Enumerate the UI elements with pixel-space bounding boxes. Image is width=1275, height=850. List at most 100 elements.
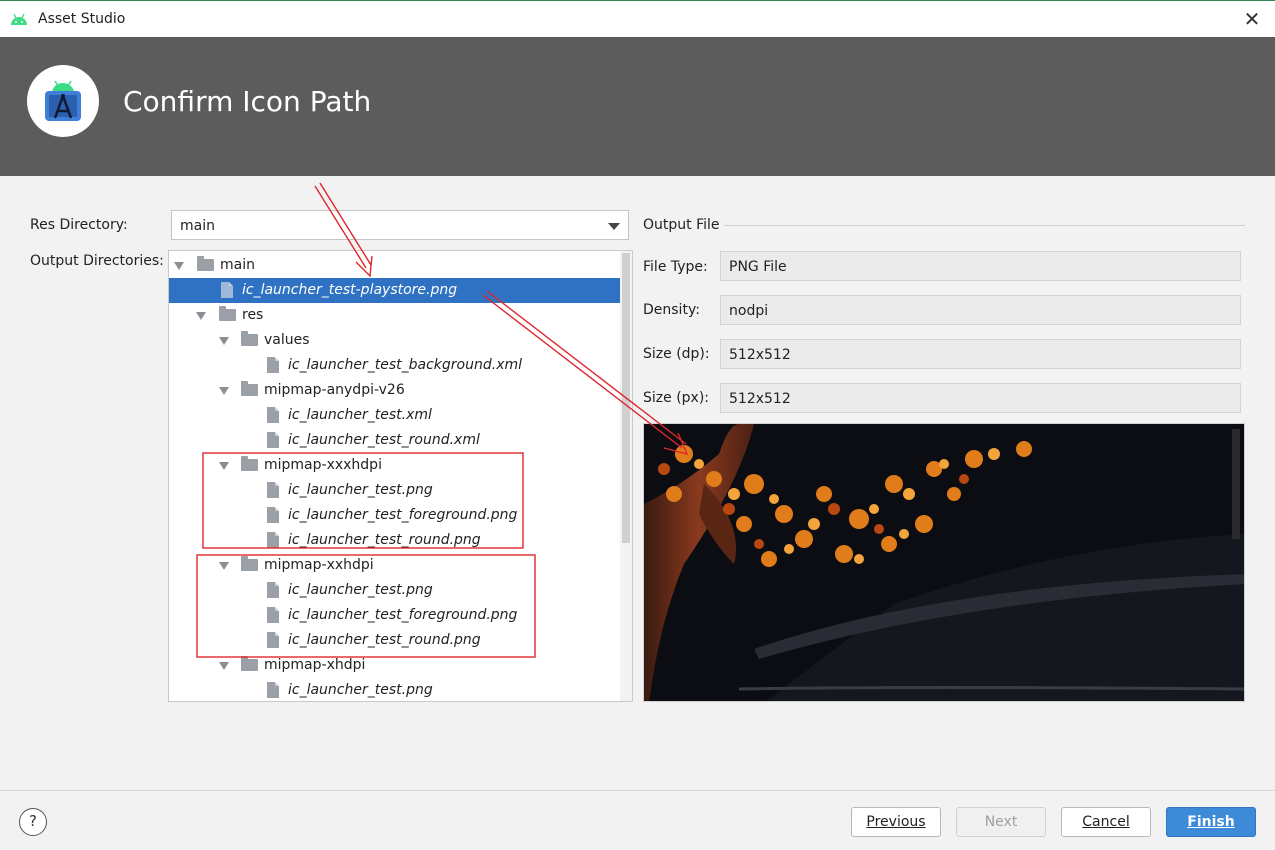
- tree-file-row[interactable]: ic_launcher_test_round.png: [169, 528, 621, 553]
- size-dp-field: 512x512: [720, 339, 1241, 369]
- triangle-down-icon[interactable]: [219, 337, 229, 345]
- triangle-down-icon[interactable]: [219, 562, 229, 570]
- tree-item-label: ic_launcher_test.png: [288, 682, 433, 698]
- folder-icon: [241, 556, 258, 571]
- tree-file-row[interactable]: ic_launcher_test_foreground.png: [169, 603, 621, 628]
- header-banner: Confirm Icon Path: [0, 37, 1275, 176]
- file-icon: [267, 407, 279, 423]
- file-icon: [267, 532, 279, 548]
- file-icon: [267, 507, 279, 523]
- tree-item-label: ic_launcher_test.png: [288, 482, 433, 498]
- window-title: Asset Studio: [38, 11, 126, 27]
- folder-icon: [241, 381, 258, 396]
- size-dp-label: Size (dp):: [643, 346, 710, 362]
- size-px-field: 512x512: [720, 383, 1241, 413]
- output-file-header: Output File: [643, 217, 720, 233]
- file-icon: [267, 357, 279, 373]
- tree-file-row[interactable]: ic_launcher_test_round.png: [169, 628, 621, 653]
- file-icon: [267, 432, 279, 448]
- size-px-value: 512x512: [729, 391, 791, 407]
- tree-file-row[interactable]: ic_launcher_test_foreground.png: [169, 503, 621, 528]
- tree-item-label: mipmap-xhdpi: [264, 657, 366, 673]
- folder-icon: [197, 256, 214, 271]
- tree-scrollbar[interactable]: [620, 251, 632, 701]
- triangle-down-icon[interactable]: [219, 387, 229, 395]
- tree-folder-row[interactable]: main: [169, 253, 621, 278]
- folder-icon: [241, 456, 258, 471]
- help-icon[interactable]: ?: [19, 808, 47, 836]
- cancel-button-label: Cancel: [1082, 814, 1130, 830]
- tree-file-row[interactable]: ic_launcher_test.png: [169, 678, 621, 701]
- tree-folder-row[interactable]: mipmap-xxhdpi: [169, 553, 621, 578]
- folder-icon: [241, 331, 258, 346]
- size-px-label: Size (px):: [643, 390, 710, 406]
- output-directories-label: Output Directories:: [30, 253, 164, 269]
- file-icon: [267, 682, 279, 698]
- file-icon: [221, 282, 233, 298]
- next-button[interactable]: Next: [956, 807, 1046, 837]
- tree-item-label: res: [242, 307, 264, 323]
- tree-file-row[interactable]: ic_launcher_test.xml: [169, 403, 621, 428]
- density-field: nodpi: [720, 295, 1241, 325]
- divider: [724, 225, 1245, 226]
- file-icon: [267, 482, 279, 498]
- icon-preview-image: [643, 423, 1245, 702]
- tree-item-label: main: [220, 257, 255, 273]
- density-label: Density:: [643, 302, 700, 318]
- title-bar: Asset Studio ✕: [0, 0, 1275, 37]
- previous-button[interactable]: Previous: [851, 807, 941, 837]
- density-value: nodpi: [729, 303, 769, 319]
- file-type-value: PNG File: [729, 259, 787, 275]
- res-directory-select[interactable]: main: [171, 210, 629, 240]
- close-icon[interactable]: ✕: [1229, 1, 1275, 37]
- footer-divider: [0, 790, 1275, 791]
- tree-item-label: ic_launcher_test.xml: [288, 407, 432, 423]
- tree-file-row[interactable]: ic_launcher_test.png: [169, 478, 621, 503]
- tree-file-row[interactable]: ic_launcher_test.png: [169, 578, 621, 603]
- tree-item-label: values: [264, 332, 310, 348]
- cancel-button[interactable]: Cancel: [1061, 807, 1151, 837]
- tree-file-row[interactable]: ic_launcher_test-playstore.png: [169, 278, 621, 303]
- file-icon: [267, 607, 279, 623]
- folder-icon: [241, 656, 258, 671]
- tree-file-row[interactable]: ic_launcher_test_round.xml: [169, 428, 621, 453]
- file-type-label: File Type:: [643, 259, 708, 275]
- finish-button[interactable]: Finish: [1166, 807, 1256, 837]
- page-title: Confirm Icon Path: [123, 85, 372, 118]
- previous-button-label: Previous: [866, 814, 926, 830]
- chevron-down-icon[interactable]: [608, 223, 620, 230]
- tree-item-label: mipmap-xxxhdpi: [264, 457, 382, 473]
- tree-item-label: ic_launcher_test_background.xml: [288, 357, 523, 373]
- folder-icon: [219, 306, 236, 321]
- triangle-down-icon[interactable]: [196, 312, 206, 320]
- file-icon: [267, 632, 279, 648]
- tree-item-label: ic_launcher_test_foreground.png: [288, 607, 518, 623]
- android-studio-logo: [27, 65, 99, 137]
- finish-button-label: Finish: [1187, 814, 1235, 830]
- tree-scrollbar-thumb[interactable]: [622, 253, 630, 543]
- tree-item-label: mipmap-anydpi-v26: [264, 382, 405, 398]
- tree-item-label: mipmap-xxhdpi: [264, 557, 374, 573]
- tree-item-label: ic_launcher_test-playstore.png: [242, 282, 458, 298]
- res-directory-label: Res Directory:: [30, 217, 128, 233]
- android-icon: [11, 13, 27, 25]
- tree-folder-row[interactable]: values: [169, 328, 621, 353]
- file-icon: [267, 582, 279, 598]
- tree-folder-row[interactable]: res: [169, 303, 621, 328]
- tree-folder-row[interactable]: mipmap-anydpi-v26: [169, 378, 621, 403]
- output-directories-tree[interactable]: main ic_launcher_test-playstore.pngres val…: [168, 250, 633, 702]
- triangle-down-icon[interactable]: [219, 662, 229, 670]
- triangle-down-icon[interactable]: [219, 462, 229, 470]
- res-directory-value: main: [180, 218, 215, 234]
- tree-item-label: ic_launcher_test_round.png: [288, 532, 481, 548]
- tree-item-label: ic_launcher_test_round.png: [288, 632, 481, 648]
- tree-item-label: ic_launcher_test.png: [288, 582, 433, 598]
- tree-folder-row[interactable]: mipmap-xxxhdpi: [169, 453, 621, 478]
- triangle-down-icon[interactable]: [174, 262, 184, 270]
- tree-folder-row[interactable]: mipmap-xhdpi: [169, 653, 621, 678]
- tree-file-row[interactable]: ic_launcher_test_background.xml: [169, 353, 621, 378]
- tree-item-label: ic_launcher_test_foreground.png: [288, 507, 518, 523]
- size-dp-value: 512x512: [729, 347, 791, 363]
- tree-item-label: ic_launcher_test_round.xml: [288, 432, 480, 448]
- file-type-field: PNG File: [720, 251, 1241, 281]
